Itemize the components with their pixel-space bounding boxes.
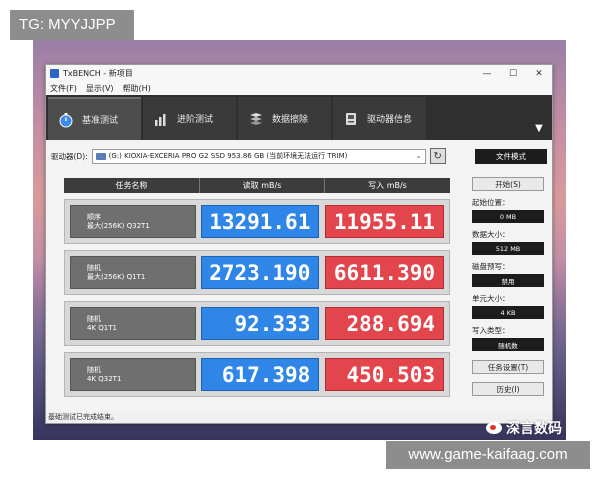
menu-view[interactable]: 显示(V) xyxy=(86,83,114,94)
write-type-label: 写入类型： xyxy=(472,326,510,335)
result-row: 随机 4K Q1T1 92.333 288.694 xyxy=(64,301,450,346)
task-params: 4K Q1T1 xyxy=(87,324,117,332)
status-bar: 基础测试已完成结束。 xyxy=(46,412,552,423)
tab-erase-label: 数据擦除 xyxy=(272,115,309,125)
results-table: 任务名称 读取 mB/s 写入 mB/s 顺序 最大(256K) Q32T1 1… xyxy=(64,178,450,397)
write-value: 288.694 xyxy=(325,307,445,340)
chevron-down-icon: ⌄ xyxy=(415,152,422,160)
write-type-field[interactable]: 随机数 xyxy=(472,338,544,351)
history-button[interactable]: 历史(I) xyxy=(472,382,544,396)
task-type: 顺序 xyxy=(87,213,101,221)
read-value: 92.333 xyxy=(200,307,320,340)
write-value: 450.503 xyxy=(325,358,445,391)
minimize-button[interactable]: — xyxy=(474,69,500,79)
result-row: 随机 4K Q32T1 617.398 450.503 xyxy=(64,352,450,397)
task-params: 最大(256K) Q32T1 xyxy=(87,222,150,230)
read-value: 617.398 xyxy=(200,358,320,391)
write-value: 6611.390 xyxy=(325,256,445,289)
results-header: 任务名称 读取 mB/s 写入 mB/s xyxy=(64,178,450,193)
start-position-label: 起始位置： xyxy=(472,198,510,207)
read-value: 2723.190 xyxy=(200,256,320,289)
drive-select[interactable]: (G:) KIOXIA-EXCERIA PRO G2 SSD 953.86 GB… xyxy=(91,148,426,164)
top-watermark-tag: TG: MYYJJPP xyxy=(10,10,134,40)
result-row: 随机 最大(256K) Q1T1 2723.190 6611.390 xyxy=(64,250,450,295)
settings-panel: 开始(S) 起始位置： 0 MB 数据大小： 512 MB 磁盘预写： 禁用 单… xyxy=(472,177,548,396)
file-mode-button[interactable]: 文件模式 xyxy=(475,148,547,164)
bar-chart-icon xyxy=(155,113,166,126)
weibo-logo-icon xyxy=(486,422,502,434)
precondition-label: 磁盘预写： xyxy=(472,262,510,271)
tab-benchmark-label: 基准测试 xyxy=(82,116,119,126)
toolbar-more-dropdown-icon[interactable]: ▼ xyxy=(528,97,550,140)
precondition-field[interactable]: 禁用 xyxy=(472,274,544,287)
unit-size-field[interactable]: 4 KB xyxy=(472,306,544,319)
start-position-field[interactable]: 0 MB xyxy=(472,210,544,223)
header-write: 写入 mB/s xyxy=(368,181,407,190)
unit-size-label: 单元大小： xyxy=(472,294,510,303)
data-size-field[interactable]: 512 MB xyxy=(472,242,544,255)
bottom-watermark-tag: www.game-kaifaag.com xyxy=(386,441,590,469)
start-button[interactable]: 开始(S) xyxy=(472,177,544,191)
drive-select-value: (G:) KIOXIA-EXCERIA PRO G2 SSD 953.86 GB… xyxy=(108,152,348,160)
close-button[interactable]: ✕ xyxy=(526,69,552,79)
app-icon xyxy=(50,69,59,78)
refresh-button[interactable]: ↻ xyxy=(429,148,446,164)
data-size-label: 数据大小： xyxy=(472,230,510,239)
task-name-button[interactable]: 随机 最大(256K) Q1T1 xyxy=(70,256,196,289)
maximize-button[interactable]: ☐ xyxy=(500,69,526,79)
read-value: 13291.61 xyxy=(200,205,320,238)
write-value: 11955.11 xyxy=(325,205,445,238)
task-settings-button[interactable]: 任务设置(T) xyxy=(472,360,544,374)
weibo-watermark-text: 深言数码 xyxy=(506,421,562,437)
txbench-window: TxBENCH - 新项目 — ☐ ✕ 文件(F) 显示(V) 帮助(H) 基准… xyxy=(45,64,553,424)
tab-drive-info[interactable]: 驱动器信息 xyxy=(333,97,426,140)
task-type: 随机 xyxy=(87,315,101,323)
main-toolbar: 基准测试 进阶测试 数据擦除 驱动器信息 ▼ xyxy=(46,95,552,140)
tab-advanced[interactable]: 进阶测试 xyxy=(143,97,236,140)
task-type: 随机 xyxy=(87,264,101,272)
tab-benchmark[interactable]: 基准测试 xyxy=(48,97,141,140)
refresh-icon: ↻ xyxy=(433,150,442,162)
menu-help[interactable]: 帮助(H) xyxy=(123,83,151,94)
task-name-button[interactable]: 顺序 最大(256K) Q32T1 xyxy=(70,205,196,238)
drive-info-icon xyxy=(346,112,356,125)
task-type: 随机 xyxy=(87,366,101,374)
layers-icon xyxy=(250,112,262,125)
header-task-name: 任务名称 xyxy=(64,178,200,193)
tab-advanced-label: 进阶测试 xyxy=(177,115,214,125)
tab-drive-info-label: 驱动器信息 xyxy=(367,115,413,125)
result-row: 顺序 最大(256K) Q32T1 13291.61 11955.11 xyxy=(64,199,450,244)
menu-file[interactable]: 文件(F) xyxy=(50,83,77,94)
header-read: 读取 mB/s xyxy=(200,178,325,193)
task-params: 最大(256K) Q1T1 xyxy=(87,273,146,281)
menu-bar: 文件(F) 显示(V) 帮助(H) xyxy=(46,82,552,95)
title-bar: TxBENCH - 新项目 — ☐ ✕ xyxy=(46,65,552,82)
stopwatch-icon xyxy=(59,112,73,127)
window-title: TxBENCH - 新项目 xyxy=(63,69,133,78)
task-params: 4K Q32T1 xyxy=(87,375,122,383)
drive-selector-row: 驱动器(D): (G:) KIOXIA-EXCERIA PRO G2 SSD 9… xyxy=(46,144,552,168)
weibo-watermark: 深言数码 xyxy=(486,418,562,438)
task-name-button[interactable]: 随机 4K Q1T1 xyxy=(70,307,196,340)
drive-icon xyxy=(95,152,106,160)
drive-label: 驱动器(D): xyxy=(51,151,88,161)
tab-erase[interactable]: 数据擦除 xyxy=(238,97,331,140)
task-name-button[interactable]: 随机 4K Q32T1 xyxy=(70,358,196,391)
screenshot-stage: TG: MYYJJPP TxBENCH - 新项目 — ☐ ✕ 文件(F) 显示… xyxy=(0,0,600,480)
window-controls: — ☐ ✕ xyxy=(474,69,552,79)
